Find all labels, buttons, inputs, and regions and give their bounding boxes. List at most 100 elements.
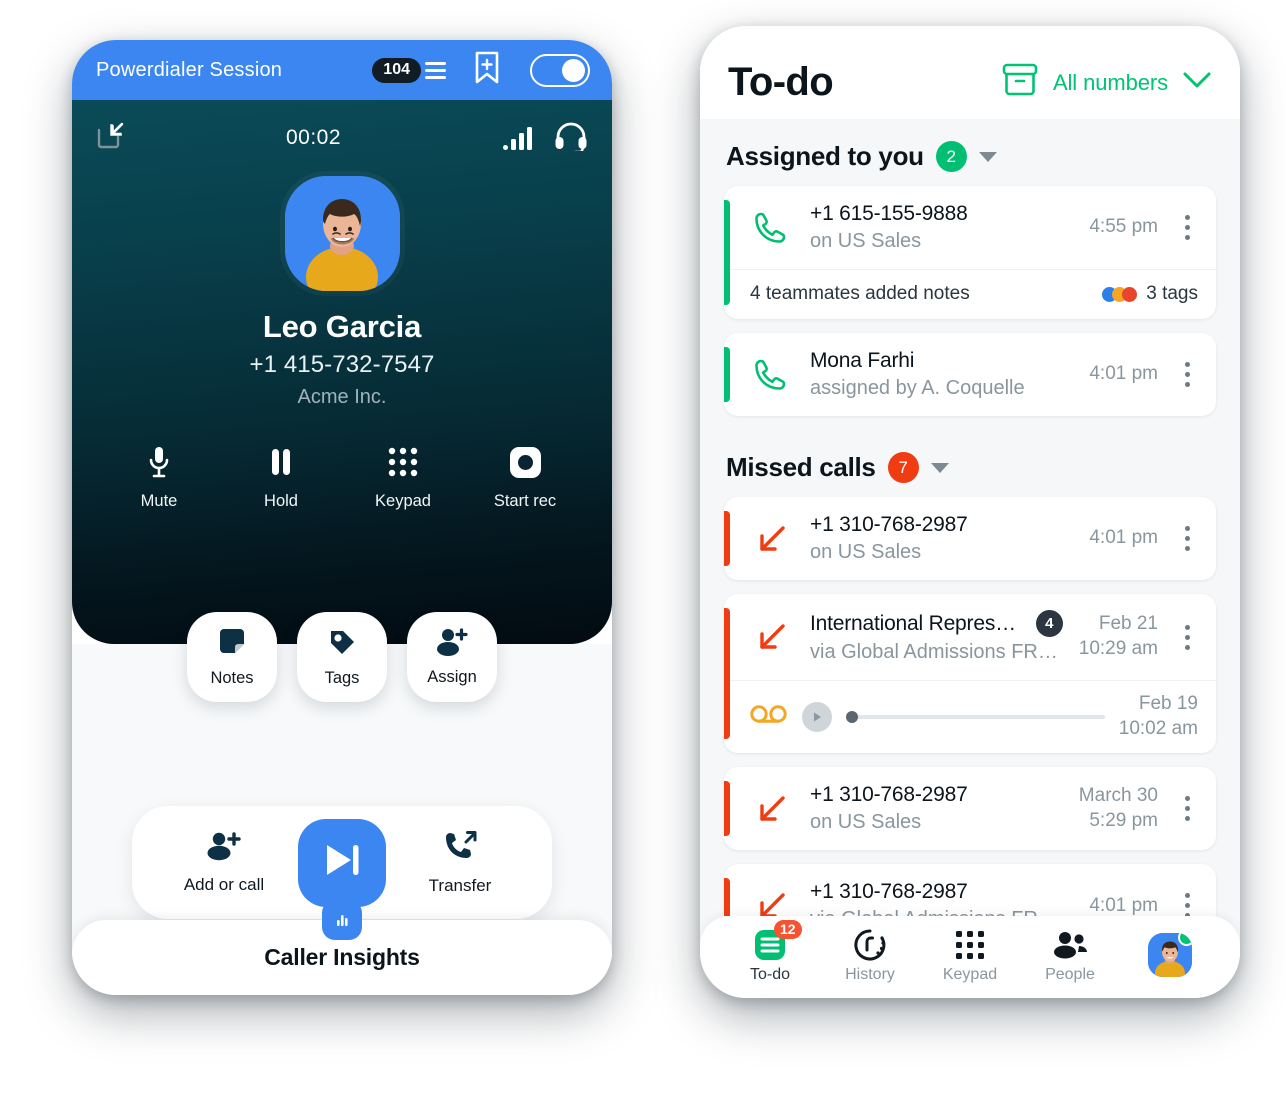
- item-time: 4:01 pm: [1089, 363, 1158, 385]
- phone-outline-icon: [750, 208, 794, 248]
- voicemail-progress-slider[interactable]: [846, 710, 1105, 723]
- item-title: +1 310-768-2987: [810, 783, 968, 807]
- transfer-button[interactable]: Transfer: [390, 830, 530, 896]
- todo-list[interactable]: Assigned to you 2 +1 615-155-9888 on US …: [700, 119, 1240, 916]
- hamburger-menu-icon[interactable]: [425, 61, 446, 79]
- item-date: Feb 21: [1098, 613, 1158, 635]
- nav-label-people: People: [1045, 965, 1095, 983]
- item-time: Feb 21 10:29 am: [1079, 612, 1158, 661]
- caller-company: Acme Inc.: [297, 386, 387, 408]
- item-title: +1 310-768-2987: [810, 880, 968, 904]
- voicemail-player[interactable]: Feb 19 10:02 am: [724, 680, 1216, 753]
- list-item[interactable]: +1 615-155-9888 on US Sales 4:55 pm 4 te…: [724, 186, 1216, 319]
- item-subtitle: via Global Admissions FR [In...: [810, 641, 1063, 663]
- item-subtitle: on US Sales: [810, 811, 922, 834]
- item-title: +1 310-768-2987: [810, 513, 968, 536]
- nav-item-people[interactable]: People: [1020, 927, 1120, 984]
- online-status-dot: [1178, 933, 1192, 946]
- list-item[interactable]: +1 310-768-2987 on US Sales 4:01 pm: [724, 497, 1216, 580]
- list-item[interactable]: +1 310-768-2987 via Global Admissions FR…: [724, 864, 1216, 916]
- nav-item-keypad[interactable]: Keypad: [920, 927, 1020, 984]
- notes-button[interactable]: Notes: [187, 612, 277, 702]
- section-header-assigned[interactable]: Assigned to you 2: [724, 119, 1216, 186]
- hold-button[interactable]: Hold: [232, 445, 330, 511]
- voicemail-time: Feb 19 10:02 am: [1119, 692, 1198, 741]
- add-or-call-button[interactable]: Add or call: [154, 831, 294, 895]
- accent-bar: [724, 200, 730, 305]
- voicemail-date: Feb 19: [1138, 693, 1198, 714]
- collapse-window-icon[interactable]: [96, 122, 124, 155]
- missed-call-arrow-icon: [750, 792, 794, 826]
- list-item[interactable]: International Representat... 4 via Globa…: [724, 594, 1216, 754]
- item-title: International Representat...: [810, 611, 1027, 635]
- list-item[interactable]: +1 310-768-2987 on US Sales March 30 5:2…: [724, 767, 1216, 851]
- section-title: Assigned to you: [726, 141, 924, 171]
- more-vertical-icon[interactable]: [1174, 215, 1200, 240]
- item-subtitle: assigned by A. Coquelle: [810, 377, 1025, 399]
- item-clock: 5:29 pm: [1089, 809, 1158, 831]
- history-clock-icon: [820, 927, 920, 963]
- assign-label: Assign: [427, 667, 477, 686]
- more-vertical-icon[interactable]: [1174, 624, 1200, 650]
- nav-item-profile[interactable]: [1120, 933, 1220, 977]
- toggle-knob: [562, 58, 585, 82]
- bottom-navigation: 12 To-do History Keypad People: [700, 916, 1240, 998]
- item-time: 4:01 pm: [1089, 527, 1158, 549]
- list-item[interactable]: Mona Farhi assigned by A. Coquelle 4:01 …: [724, 333, 1216, 416]
- session-toggle[interactable]: [530, 53, 590, 87]
- todo-phone: To-do All numbers Assigned to you 2 +1 6…: [700, 26, 1240, 998]
- play-icon[interactable]: [802, 701, 832, 732]
- powerdialer-header: Powerdialer Session 104: [72, 40, 612, 100]
- archive-box-icon[interactable]: [1001, 62, 1039, 103]
- item-subtitle: on US Sales: [810, 541, 922, 563]
- bar-chart-icon[interactable]: [322, 900, 362, 940]
- caller-insights-bar[interactable]: Caller Insights: [72, 900, 612, 995]
- more-vertical-icon[interactable]: [1174, 893, 1200, 916]
- todo-count-badge: 12: [774, 919, 802, 939]
- more-vertical-icon[interactable]: [1174, 796, 1200, 822]
- item-notes-row[interactable]: 4 teammates added notes 3 tags: [724, 269, 1216, 319]
- microphone-icon: [110, 445, 208, 479]
- profile-avatar-icon[interactable]: [1148, 933, 1192, 977]
- keypad-dots-icon: [354, 445, 452, 479]
- chevron-down-icon[interactable]: [1182, 70, 1212, 95]
- missed-call-arrow-icon: [750, 620, 794, 654]
- tags-button[interactable]: Tags: [297, 612, 387, 702]
- queue-count-badge[interactable]: 104: [372, 57, 421, 83]
- accent-bar: [724, 347, 730, 402]
- nav-item-history[interactable]: History: [820, 927, 920, 984]
- item-time: March 30 5:29 pm: [1079, 784, 1158, 833]
- headset-icon[interactable]: [554, 121, 588, 156]
- nav-label-keypad: Keypad: [942, 965, 998, 983]
- caret-down-icon[interactable]: [978, 151, 997, 162]
- more-vertical-icon[interactable]: [1174, 526, 1200, 551]
- pause-icon: [232, 445, 330, 479]
- assign-button[interactable]: Assign: [407, 612, 497, 702]
- active-call-panel: 00:02 Leo Garcia +1 415-732-7547 Acme In…: [72, 100, 612, 702]
- keypad-button[interactable]: Keypad: [354, 445, 452, 511]
- item-date: March 30: [1078, 785, 1158, 807]
- call-transfer-icon: [442, 830, 478, 866]
- notes-count-label: 4 teammates added notes: [750, 283, 970, 304]
- item-time: 4:01 pm: [1089, 894, 1158, 916]
- item-clock: 10:29 am: [1078, 638, 1158, 659]
- item-subtitle: via Global Admissions FR: [810, 908, 1073, 916]
- caller-name: Leo Garcia: [262, 309, 422, 344]
- tag-icon: [327, 627, 357, 662]
- mute-button[interactable]: Mute: [110, 445, 208, 511]
- caller-insights-label: Caller Insights: [264, 944, 420, 970]
- section-header-missed[interactable]: Missed calls 7: [724, 430, 1216, 497]
- nav-item-todo[interactable]: 12 To-do: [720, 919, 820, 984]
- notes-label: Notes: [210, 668, 254, 687]
- slider-knob[interactable]: [846, 710, 858, 723]
- all-numbers-filter-label[interactable]: All numbers: [1053, 70, 1168, 96]
- person-add-icon: [436, 627, 468, 661]
- accent-bar: [724, 511, 730, 566]
- bookmark-add-icon[interactable]: [474, 51, 500, 90]
- mute-label: Mute: [140, 492, 178, 510]
- keypad-dots-icon: [920, 927, 1020, 963]
- more-vertical-icon[interactable]: [1174, 362, 1200, 387]
- start-rec-button[interactable]: Start rec: [476, 445, 574, 511]
- caret-down-icon[interactable]: [930, 462, 949, 473]
- next-call-button[interactable]: [298, 818, 386, 907]
